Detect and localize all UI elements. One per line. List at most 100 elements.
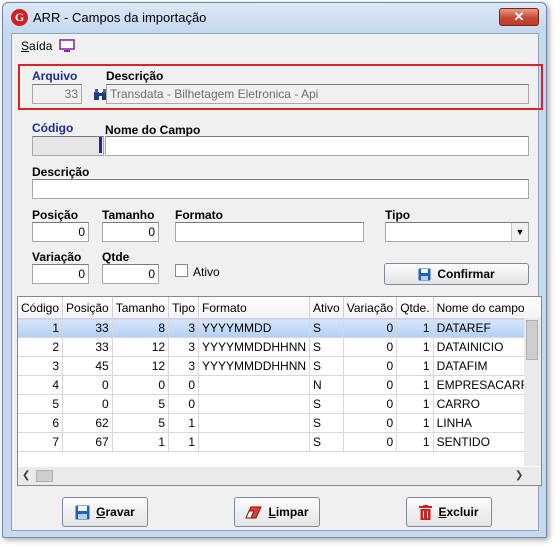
confirmar-button[interactable]: Confirmar [384,263,529,285]
table-cell: 0 [168,394,200,414]
column-header[interactable]: Variação [343,297,398,319]
table-cell: S [309,337,344,357]
table-row[interactable]: 2 33 12 3 YYYYMMDDHHNN S 0 1 DATAINICIO [18,337,541,357]
table-cell: 33 [62,318,113,338]
table-row[interactable]: 5 0 5 0 S 0 1 CARRO [18,394,541,414]
table-cell: 5 [112,394,170,414]
horizontal-scroll-thumb[interactable] [36,470,53,482]
variacao-label: Variação [32,250,82,264]
table-cell: 45 [62,356,113,376]
ativo-checkbox[interactable] [175,264,188,277]
tipo-select[interactable]: ▼ [385,222,529,242]
formato-field[interactable] [175,222,364,242]
table-cell: 2 [18,337,64,357]
excluir-label: Excluir [438,505,479,519]
menu-saida[interactable]: Saída [21,39,52,53]
table-cell: 1 [18,318,64,338]
chevron-down-icon[interactable]: ▼ [511,223,528,241]
tamanho-field[interactable]: 0 [102,222,159,242]
table-cell: 0 [343,337,398,357]
codigo-field[interactable] [32,136,104,156]
monitor-icon[interactable] [59,39,75,53]
table-cell: 12 [112,337,170,357]
column-header[interactable]: Código [18,297,64,319]
campos-table: Código Posição Tamanho Tipo Formato Ativo Vari… [18,297,541,452]
qtde-field[interactable]: 0 [102,264,159,284]
scroll-right-icon[interactable]: ❯ [515,470,523,481]
save-icon [75,505,90,519]
nome-campo-label: Nome do Campo [105,123,201,137]
table-cell: 0 [112,375,170,395]
arquivo-codigo-field[interactable]: 33 [32,84,82,104]
column-header[interactable]: Qtde. [396,297,434,319]
table-cell: 1 [396,432,434,452]
column-header[interactable]: Ativo [309,297,344,319]
table-cell [198,394,311,414]
table-cell: 1 [168,432,200,452]
column-header[interactable]: Formato [198,297,311,319]
column-header[interactable]: Tamanho [112,297,170,319]
table-cell: 33 [62,337,113,357]
table-row[interactable]: 3 45 12 3 YYYYMMDDHHNN S 0 1 DATAFIM [18,356,541,376]
column-header[interactable]: Tipo [168,297,200,319]
table-row[interactable]: 1 33 8 3 YYYYMMDD S 0 1 DATAREF [18,318,541,338]
arquivo-label: Arquivo [32,69,78,83]
tamanho-label: Tamanho [102,208,155,222]
table-cell [198,432,311,452]
vertical-scroll-thumb[interactable] [526,320,538,360]
scroll-left-icon[interactable]: ❮ [22,470,30,481]
table-cell [198,375,311,395]
arquivo-descricao-field[interactable]: Transdata - Bilhetagem Eletronica - Api [106,84,529,104]
nome-campo-field[interactable] [105,136,529,156]
table-cell: 62 [62,413,113,433]
table-row[interactable]: 4 0 0 0 N 0 1 EMPRESACARRO [18,375,541,395]
variacao-field[interactable]: 0 [32,264,89,284]
limpar-button[interactable]: Limpar [234,497,320,527]
table-cell [198,413,311,433]
posicao-field[interactable]: 0 [32,222,89,242]
gravar-label: Gravar [96,505,135,519]
table-cell: 0 [62,375,113,395]
table-cell: 0 [343,432,398,452]
save-icon [418,268,431,280]
trash-icon [419,504,433,520]
table-cell: 1 [396,375,434,395]
column-header[interactable]: Nome do campo [433,297,541,319]
vertical-scrollbar[interactable] [524,318,541,466]
table-cell: 0 [168,375,200,395]
column-header[interactable]: Posição [62,297,113,319]
table-cell: 5 [112,413,170,433]
table-cell: 3 [18,356,64,376]
excluir-button[interactable]: Excluir [406,497,492,527]
table-cell: 8 [112,318,170,338]
qtde-label: Qtde [102,250,130,264]
table-cell: N [309,375,344,395]
ativo-label: Ativo [193,265,220,279]
table-cell: 3 [168,356,200,376]
table-row[interactable]: 7 67 1 1 S 0 1 SENTIDO [18,432,541,452]
title-bar[interactable]: G ARR - Campos da importação ✕ [3,3,546,33]
close-button[interactable]: ✕ [499,8,539,26]
table-cell: 12 [112,356,170,376]
table-cell: 0 [62,394,113,414]
descricao-label: Descrição [32,165,90,179]
table-cell: YYYYMMDD [198,318,311,338]
table-cell: 0 [343,413,398,433]
table-cell: S [309,432,344,452]
campos-grid[interactable]: Código Posição Tamanho Tipo Formato Ativo Vari… [17,296,542,486]
horizontal-scrollbar[interactable]: ❮ ❯ [18,467,525,485]
limpar-label: Limpar [268,505,309,519]
descricao-field[interactable] [32,179,529,199]
arquivo-descricao-label: Descrição [106,69,164,83]
table-cell: S [309,318,344,338]
app-logo-icon: G [11,9,28,26]
table-cell: 0 [343,394,398,414]
table-cell: 5 [18,394,64,414]
table-cell: 1 [396,318,434,338]
table-cell: 0 [343,356,398,376]
gravar-button[interactable]: Gravar [62,497,148,527]
window-title: ARR - Campos da importação [33,10,207,25]
table-cell: 0 [343,375,398,395]
table-row[interactable]: 6 62 5 1 S 0 1 LINHA [18,413,541,433]
table-cell: S [309,356,344,376]
